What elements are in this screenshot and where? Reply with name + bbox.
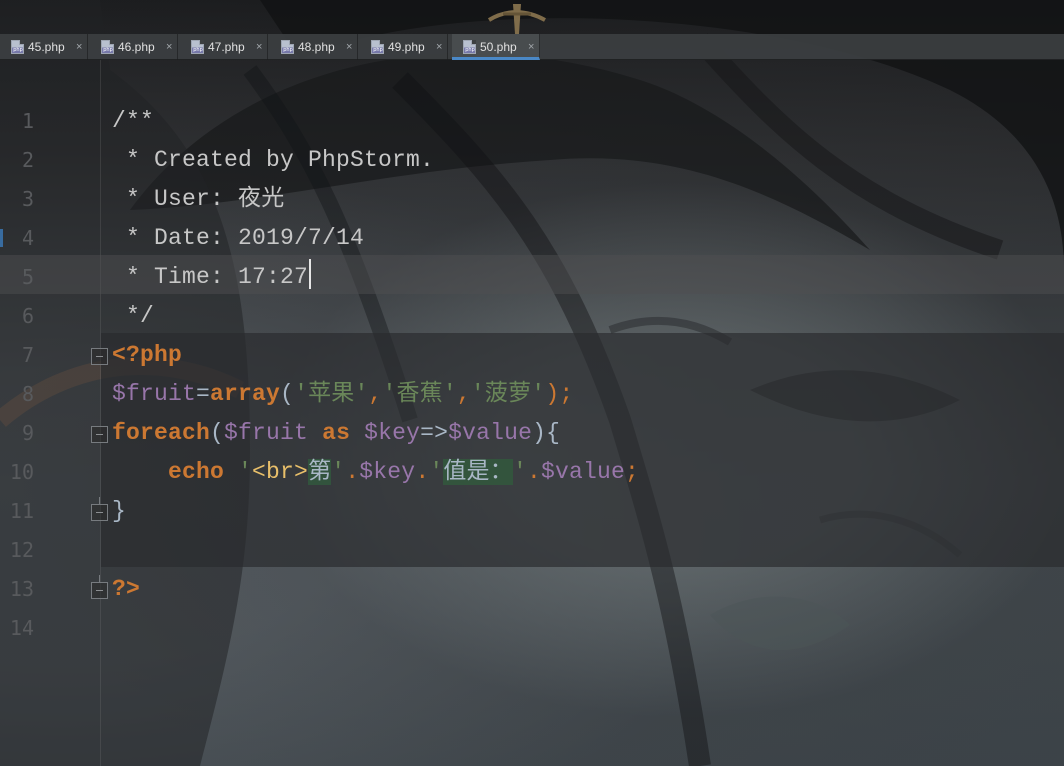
tab-label: 49.php: [388, 40, 425, 54]
concat-operator: .: [345, 459, 360, 485]
array-assignment: $fruit=array('苹果','香蕉','菠萝');: [112, 375, 573, 414]
lamp-decoration-icon: [487, 4, 546, 34]
doc-comment-start: /**: [112, 108, 155, 134]
variable-value: $value: [540, 459, 625, 485]
foreach-statement: foreach($fruit as $key=>$value){: [112, 414, 560, 453]
string-apple: '苹果': [294, 381, 369, 407]
doc-comment-end: */: [112, 303, 155, 329]
php-file-icon: [101, 40, 114, 54]
comma: ,: [456, 381, 471, 407]
string-banana: '香蕉': [382, 381, 457, 407]
close-icon[interactable]: ×: [346, 34, 352, 60]
closing-brace: }: [112, 498, 127, 524]
fold-end-icon[interactable]: [91, 575, 108, 599]
open-paren: (: [280, 381, 295, 407]
tab-46-php[interactable]: 46.php ×: [90, 34, 178, 60]
code-line-6[interactable]: 6 * Time: 17:27: [0, 258, 1064, 328]
string-quote: ': [429, 459, 444, 485]
tab-45-php[interactable]: 45.php ×: [0, 34, 88, 60]
doc-comment-created: * Created by PhpStorm.: [112, 147, 435, 173]
close-icon[interactable]: ×: [436, 34, 442, 60]
php-open-tag: <?php: [112, 342, 183, 368]
text-caret: [309, 259, 312, 289]
highlighted-string-text: 值是：: [443, 459, 513, 485]
arrow-operator: =>: [420, 420, 449, 446]
php-file-icon: [463, 40, 476, 54]
concat-operator: .: [415, 459, 430, 485]
doc-comment-time-text: * Time: 17:27: [112, 264, 309, 290]
code-line-5[interactable]: 5 * Date: 2019/7/14: [0, 219, 1064, 289]
php-file-icon: [191, 40, 204, 54]
code-line-10[interactable]: 10 foreach($fruit as $key=>$value){: [0, 414, 1064, 484]
doc-comment-user: * User: 夜光: [112, 186, 285, 212]
tab-47-php[interactable]: 47.php ×: [180, 34, 268, 60]
code-editor[interactable]: 1 2 /** 3 * Created by PhpStorm. 4 * Use…: [0, 60, 1064, 766]
variable-key: $key: [364, 420, 421, 446]
doc-comment-date: * Date: 2019/7/14: [112, 225, 365, 251]
comma: ,: [368, 381, 383, 407]
echo-keyword: echo: [112, 459, 239, 485]
php-file-icon: [371, 40, 384, 54]
tab-49-php[interactable]: 49.php ×: [360, 34, 448, 60]
variable-fruit: $fruit: [224, 420, 309, 446]
code-line-7[interactable]: 7 */: [0, 297, 1064, 367]
html-br-tag: <br>: [252, 459, 309, 485]
semicolon: ;: [625, 459, 640, 485]
highlighted-string-text: 第: [308, 459, 332, 485]
code-line-1[interactable]: 1: [0, 63, 1064, 133]
tab-label: 48.php: [298, 40, 335, 54]
as-keyword: as: [308, 420, 365, 446]
open-brace: ){: [532, 420, 561, 446]
string-pineapple: '菠萝': [470, 381, 546, 407]
concat-operator: .: [526, 459, 541, 485]
tab-label: 47.php: [208, 40, 245, 54]
code-line-8[interactable]: 8 <?php: [0, 336, 1064, 406]
close-icon[interactable]: ×: [76, 34, 82, 60]
open-paren: (: [210, 420, 225, 446]
close-icon[interactable]: ×: [528, 34, 534, 60]
line-number: 14: [9, 616, 34, 640]
fold-collapse-icon[interactable]: [91, 348, 108, 365]
php-close-tag: ?>: [112, 576, 141, 602]
php-file-icon: [11, 40, 24, 54]
code-line-3[interactable]: 3 * Created by PhpStorm.: [0, 141, 1064, 211]
fold-end-icon[interactable]: [91, 497, 108, 521]
tab-label: 50.php: [480, 40, 517, 54]
editor-tab-bar: 45.php × 46.php × 47.php × 48.php × 49.p…: [0, 34, 1064, 60]
string-quote: ': [512, 459, 527, 485]
doc-comment-time: * Time: 17:27: [112, 258, 312, 297]
string-quote: ': [331, 459, 346, 485]
variable-value: $value: [448, 420, 533, 446]
tab-label: 45.php: [28, 40, 65, 54]
string-quote: ': [238, 459, 253, 485]
array-keyword: array: [210, 381, 281, 407]
code-line-12[interactable]: 12 }: [0, 492, 1064, 562]
code-line-9[interactable]: 9 $fruit=array('苹果','香蕉','菠萝');: [0, 375, 1064, 445]
variable-key: $key: [359, 459, 416, 485]
phpstorm-editor-window: 45.php × 46.php × 47.php × 48.php × 49.p…: [0, 0, 1064, 766]
php-file-icon: [281, 40, 294, 54]
tab-48-php[interactable]: 48.php ×: [270, 34, 358, 60]
close-statement: );: [545, 381, 574, 407]
code-line-4[interactable]: 4 * User: 夜光: [0, 180, 1064, 250]
echo-statement: echo '<br>第'.$key.'值是：'.$value;: [112, 453, 639, 492]
tab-50-php[interactable]: 50.php ×: [452, 34, 540, 60]
code-line-2[interactable]: 2 /**: [0, 102, 1064, 172]
close-icon[interactable]: ×: [256, 34, 262, 60]
code-line-14[interactable]: 14 ?>: [0, 570, 1064, 640]
code-line-13[interactable]: 13: [0, 531, 1064, 601]
assignment-operator: =: [196, 381, 211, 407]
variable-fruit: $fruit: [112, 381, 197, 407]
tab-label: 46.php: [118, 40, 155, 54]
code-line-11[interactable]: 11 echo '<br>第'.$key.'值是：'.$value;: [0, 453, 1064, 523]
fold-collapse-icon[interactable]: [91, 426, 108, 443]
foreach-keyword: foreach: [112, 420, 211, 446]
close-icon[interactable]: ×: [166, 34, 172, 60]
